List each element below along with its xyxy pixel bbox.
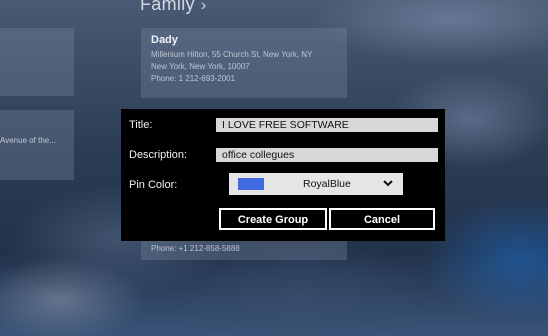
description-input[interactable]: office collegues (216, 148, 438, 162)
title-row: Title: I LOVE FREE SOFTWARE (121, 115, 445, 135)
contact-phone: Phone: +1 212-858-5888 (151, 244, 240, 253)
cancel-button[interactable]: Cancel (329, 208, 435, 230)
group-title-text: Family (140, 0, 195, 14)
contact-address-line2: New York, New York, 10007 (151, 62, 250, 71)
create-group-button[interactable]: Create Group (219, 208, 327, 230)
tile-text: Avenue of the... (0, 136, 56, 145)
pin-color-select[interactable]: RoyalBlue (229, 173, 403, 195)
chevron-down-icon (383, 180, 393, 187)
title-input[interactable]: I LOVE FREE SOFTWARE (216, 118, 438, 132)
title-label: Title: (129, 119, 153, 131)
group-title[interactable]: Family › (140, 0, 206, 15)
create-group-dialog: Title: I LOVE FREE SOFTWARE Description:… (121, 109, 445, 241)
contact-address-line1: Millenium Hilton, 55 Church St, New York… (151, 50, 313, 59)
color-swatch (238, 178, 264, 190)
contact-tile-dady[interactable]: Dady Millenium Hilton, 55 Church St, New… (141, 28, 347, 98)
contact-tile-bottom[interactable]: Phone: +1 212-858-5888 (141, 238, 347, 260)
contact-name: Dady (151, 34, 178, 46)
description-row: Description: office collegues (121, 145, 445, 165)
contact-tile-left-top[interactable]: t (0, 28, 74, 96)
pin-color-value: RoyalBlue (303, 178, 351, 190)
contact-tile-left-middle[interactable]: Avenue of the... (0, 110, 74, 180)
pin-color-label: Pin Color: (129, 179, 178, 191)
chevron-right-icon: › (200, 0, 207, 14)
pin-color-row: Pin Color: RoyalBlue (121, 173, 445, 195)
contact-phone: Phone: 1 212-693-2001 (151, 74, 236, 83)
description-label: Description: (129, 149, 188, 161)
